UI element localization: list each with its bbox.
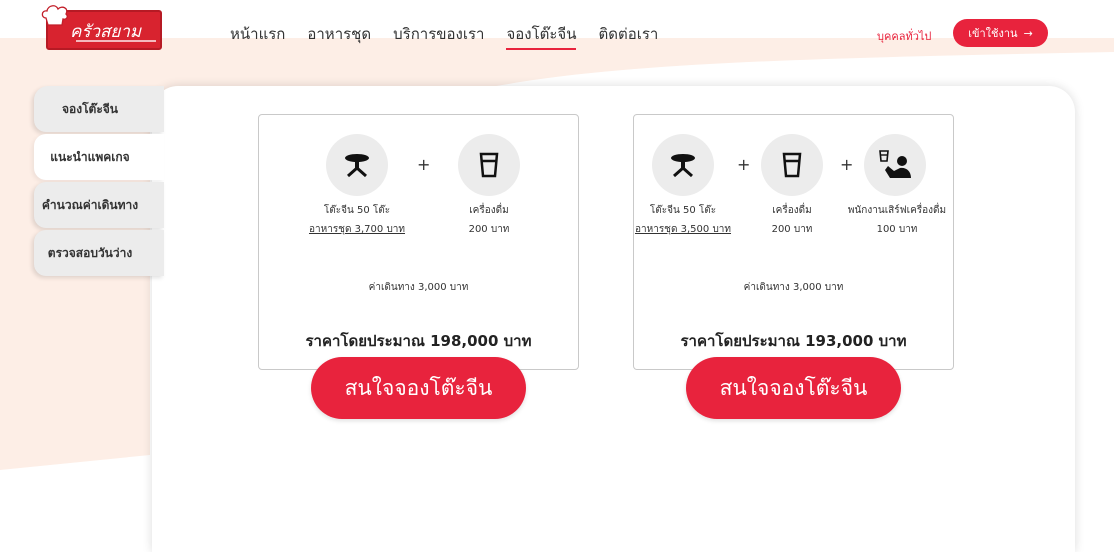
- top-header: ครัวสยาม หน้าแรก อาหารชุด บริการของเรา จ…: [0, 0, 1114, 70]
- travel-cost: ค่าเดินทาง 3,000 บาท: [368, 282, 469, 293]
- table-icon: [345, 154, 369, 178]
- estimated-total: ราคาโดยประมาณ 193,000 บาท: [680, 332, 907, 350]
- nav-item-book-table[interactable]: จองโต๊ะจีน: [506, 22, 577, 50]
- visitor-label[interactable]: บุคคลทั่วไป: [877, 27, 931, 45]
- plus-sign: +: [840, 155, 854, 174]
- waiter-icon-circle: [864, 134, 926, 196]
- nav-item-home[interactable]: หน้าแรก: [230, 22, 285, 49]
- nav-item-set-menu[interactable]: อาหารชุด: [307, 22, 371, 49]
- glass-icon-circle: [458, 134, 520, 196]
- item-label: พนักงานเสิร์ฟเครื่องดื่ม: [847, 205, 947, 216]
- login-button[interactable]: เข้าใช้งาน →: [953, 19, 1048, 47]
- table-icon: [671, 154, 695, 178]
- brand-logo-underline: [76, 40, 156, 42]
- item-label: เครื่องดื่ม: [772, 205, 812, 216]
- table-icon-circle: [326, 134, 388, 196]
- plus-sign: +: [417, 155, 431, 174]
- sidebar-item-label: ตรวจสอบวันว่าง: [47, 245, 133, 260]
- item-price: 200 บาท: [468, 224, 510, 235]
- item-price: 200 บาท: [771, 224, 813, 235]
- glass-icon: [479, 152, 499, 178]
- brand-logo[interactable]: ครัวสยาม: [41, 5, 162, 50]
- nav-item-services[interactable]: บริการของเรา: [393, 22, 484, 49]
- package-card: + + โต๊ะจีน 50 โต๊ะ อาหารชุด 3,500 บาท เ…: [633, 114, 954, 370]
- sidebar-tabs: จองโต๊ะจีน แนะนำแพคเกจ คำนวณค่าเดินทาง ต…: [34, 86, 164, 278]
- sidebar-item-label: แนะนำแพคเกจ: [50, 149, 130, 164]
- item-label: เครื่องดื่ม: [469, 205, 509, 216]
- login-button-label: เข้าใช้งาน: [968, 27, 1018, 40]
- main-nav: หน้าแรก อาหารชุด บริการของเรา จองโต๊ะจีน…: [230, 22, 658, 50]
- sidebar-item-label: คำนวณค่าเดินทาง: [41, 197, 139, 212]
- sidebar-item-packages[interactable]: แนะนำแพคเกจ: [34, 134, 164, 180]
- travel-cost: ค่าเดินทาง 3,000 บาท: [743, 282, 844, 293]
- item-price: 100 บาท: [876, 224, 918, 235]
- nav-item-contact[interactable]: ติดต่อเรา: [598, 22, 658, 49]
- table-icon-circle: [652, 134, 714, 196]
- plus-sign: +: [737, 155, 751, 174]
- estimated-total: ราคาโดยประมาณ 198,000 บาท: [305, 332, 532, 350]
- book-table-button[interactable]: สนใจจองโต๊ะจีน: [686, 357, 901, 419]
- sidebar-item-label: จองโต๊ะจีน: [61, 101, 118, 116]
- waiter-icon: [879, 150, 911, 178]
- item-price-link[interactable]: อาหารชุด 3,700 บาท: [304, 222, 410, 237]
- item-label: โต๊ะจีน 50 โต๊ะ: [323, 205, 391, 216]
- book-table-button[interactable]: สนใจจองโต๊ะจีน: [311, 357, 526, 419]
- item-label: โต๊ะจีน 50 โต๊ะ: [649, 205, 717, 216]
- glass-icon-circle: [761, 134, 823, 196]
- package-card: + โต๊ะจีน 50 โต๊ะ อาหารชุด 3,700 บาท เคร…: [258, 114, 579, 370]
- sidebar-item-book-table[interactable]: จองโต๊ะจีน: [34, 86, 164, 132]
- sidebar-item-check-availability[interactable]: ตรวจสอบวันว่าง: [34, 230, 164, 276]
- chef-hat-icon: [41, 5, 68, 26]
- glass-icon: [782, 152, 802, 178]
- arrow-right-icon: →: [1023, 26, 1033, 40]
- sidebar-item-travel-cost[interactable]: คำนวณค่าเดินทาง: [34, 182, 164, 228]
- item-price-link[interactable]: อาหารชุด 3,500 บาท: [634, 222, 732, 237]
